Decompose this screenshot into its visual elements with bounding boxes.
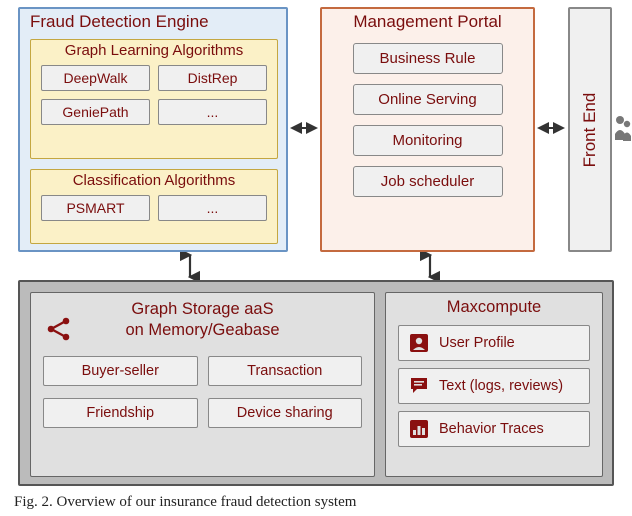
algo-geniepath: GeniePath — [41, 99, 150, 125]
mx-behavior-label: Behavior Traces — [439, 421, 544, 437]
fraud-detection-engine-panel: Fraud Detection Engine Graph Learning Al… — [18, 7, 288, 252]
mx-user-profile: User Profile — [398, 325, 590, 361]
arrow-fraud-storage — [180, 252, 200, 280]
graph-storage-title-l1: Graph Storage aaS — [31, 299, 374, 320]
mx-text-label: Text (logs, reviews) — [439, 378, 563, 394]
graph-learning-box: Graph Learning Algorithms DeepWalk DistR… — [30, 39, 278, 159]
share-icon — [45, 315, 73, 348]
gs-friendship: Friendship — [43, 398, 198, 428]
arrow-fraud-mgmt — [289, 118, 319, 138]
graph-storage-panel: Graph Storage aaS on Memory/Geabase Buye… — [30, 292, 375, 477]
classification-title: Classification Algorithms — [31, 170, 277, 191]
mgmt-job-scheduler: Job scheduler — [353, 166, 503, 197]
mgmt-title: Management Portal — [322, 9, 533, 35]
maxcompute-panel: Maxcompute User Profile Text (logs, revi… — [385, 292, 603, 477]
fraud-engine-title: Fraud Detection Engine — [20, 9, 286, 35]
graph-storage-title-l2: on Memory/Geabase — [31, 320, 374, 341]
arrow-mgmt-storage — [420, 252, 440, 280]
front-end-title: Front End — [580, 92, 600, 167]
algo-more: ... — [158, 99, 267, 125]
classification-box: Classification Algorithms PSMART ... — [30, 169, 278, 244]
graph-learning-title: Graph Learning Algorithms — [31, 40, 277, 61]
maxcompute-title: Maxcompute — [386, 293, 602, 318]
mx-user-profile-label: User Profile — [439, 335, 515, 351]
bar-chart-icon — [407, 417, 431, 441]
figure-caption: Fig. 2. Overview of our insurance fraud … — [14, 494, 356, 511]
arrow-mgmt-frontend — [536, 118, 566, 138]
algo-distrep: DistRep — [158, 65, 267, 91]
gs-buyer-seller: Buyer-seller — [43, 356, 198, 386]
mgmt-online-serving: Online Serving — [353, 84, 503, 115]
algo-psmart: PSMART — [41, 195, 150, 221]
gs-transaction: Transaction — [208, 356, 363, 386]
management-portal-panel: Management Portal Business Rule Online S… — [320, 7, 535, 252]
mx-behavior: Behavior Traces — [398, 411, 590, 447]
mgmt-monitoring: Monitoring — [353, 125, 503, 156]
mx-text-logs: Text (logs, reviews) — [398, 368, 590, 404]
mgmt-business-rule: Business Rule — [353, 43, 503, 74]
people-icon — [614, 110, 632, 148]
algo-deepwalk: DeepWalk — [41, 65, 150, 91]
algo-class-more: ... — [158, 195, 267, 221]
user-profile-icon — [407, 331, 431, 355]
gs-device-sharing: Device sharing — [208, 398, 363, 428]
storage-layer-panel: Graph Storage aaS on Memory/Geabase Buye… — [18, 280, 614, 486]
front-end-panel: Front End — [568, 7, 612, 252]
chat-icon — [407, 374, 431, 398]
graph-storage-title: Graph Storage aaS on Memory/Geabase — [31, 293, 374, 342]
